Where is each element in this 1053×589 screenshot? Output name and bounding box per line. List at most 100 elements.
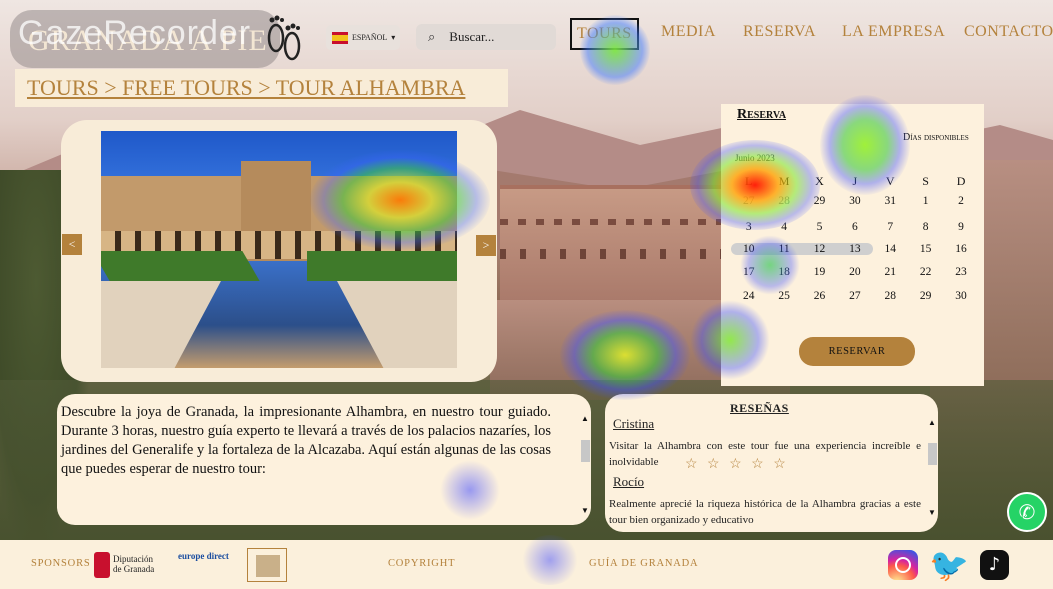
description-scrollbar[interactable]: ▲ ▼ [581, 414, 590, 515]
language-selector[interactable]: ESPAÑOL ▾ [326, 25, 400, 50]
calendar-day[interactable]: 29 [908, 290, 943, 302]
scroll-down-icon[interactable]: ▼ [928, 508, 936, 517]
europe-direct-logo[interactable]: europe direct [178, 548, 234, 582]
calendar-day[interactable]: 27 [837, 290, 872, 302]
calendar-day[interactable]: 28 [766, 195, 801, 207]
tiktok-icon[interactable]: ♪ [980, 550, 1009, 580]
footprints-icon [267, 15, 301, 61]
calendar-day-selected[interactable]: 13 [837, 243, 873, 255]
search-input[interactable]: ⌕ Buscar... [416, 24, 556, 50]
gazerecorder-watermark: GazeRecorder [18, 14, 252, 52]
calendar-day[interactable]: 21 [873, 266, 908, 278]
copyright-link[interactable]: COPYRIGHT [388, 558, 455, 569]
instagram-icon[interactable] [888, 550, 918, 580]
background-palace [500, 185, 730, 305]
review-author: Rocío [613, 474, 645, 489]
calendar-day[interactable]: 1 [908, 195, 943, 207]
alhambra-photo [101, 131, 457, 368]
nav-reserva[interactable]: RESERVA [743, 18, 816, 46]
calendar-day[interactable]: 5 [802, 221, 837, 233]
carousel-prev-button[interactable]: < [62, 234, 82, 255]
calendar-day[interactable]: 28 [873, 290, 908, 302]
chevron-down-icon: ▾ [391, 33, 396, 42]
carousel-next-button[interactable]: > [476, 235, 496, 256]
diputacion-granada-logo[interactable]: Diputación de Granada [94, 548, 156, 582]
calendar-day[interactable]: 7 [873, 221, 908, 233]
nav-tours[interactable]: TOURS [570, 18, 639, 50]
calendar-day[interactable]: 19 [802, 266, 837, 278]
calendar-day[interactable]: 14 [873, 243, 908, 255]
scroll-up-icon[interactable]: ▲ [928, 418, 936, 427]
calendar-day[interactable]: 30 [943, 290, 978, 302]
scroll-thumb[interactable] [581, 440, 590, 462]
reservation-title: Reserva [737, 107, 787, 122]
weekday-label: D [956, 174, 966, 188]
available-days-label: Días disponibles [903, 132, 969, 143]
calendar-week: 10 11 12 13 14 15 16 [731, 243, 979, 255]
review-text: Realmente aprecié la riqueza histórica d… [609, 498, 921, 526]
calendar-day[interactable]: 3 [731, 221, 766, 233]
calendar-week: 24 25 26 27 28 29 30 [731, 290, 979, 302]
language-label: ESPAÑOL [352, 33, 388, 42]
rating-stars[interactable]: ☆ ☆ ☆ ☆ ☆ [685, 456, 789, 473]
calendar-day[interactable]: 18 [766, 266, 801, 278]
calendar-day[interactable]: 23 [943, 266, 978, 278]
sponsor-name: Diputación de Granada [113, 554, 155, 574]
review-author: Cristina [613, 416, 655, 431]
calendar-day[interactable]: 6 [837, 221, 872, 233]
reviews-panel: RESEÑAS Cristina Visitar la Alhambra con… [605, 394, 938, 532]
calendar-day[interactable]: 26 [802, 290, 837, 302]
weekday-label: S [922, 174, 929, 188]
breadcrumb[interactable]: TOURS > FREE TOURS > TOUR ALHAMBRA [15, 69, 508, 107]
search-placeholder: Buscar... [449, 29, 495, 44]
calendar-day[interactable]: 24 [731, 290, 766, 302]
calendar-day[interactable]: 29 [802, 195, 837, 207]
calendar-day-selected[interactable]: 11 [766, 243, 802, 255]
weekday-label: M [778, 174, 790, 188]
calendar-day[interactable]: 25 [766, 290, 801, 302]
weekday-label: J [852, 174, 858, 188]
calendar-weekdays: L M X J V S D [731, 174, 979, 189]
calendar-day[interactable]: 17 [731, 266, 766, 278]
reservar-button[interactable]: RESERVAR [799, 337, 915, 366]
guia-granada-link[interactable]: GUÍA DE GRANADA [589, 558, 698, 569]
calendar-day[interactable]: 27 [731, 195, 766, 207]
spain-flag-icon [332, 31, 348, 44]
calendar-day[interactable]: 2 [943, 195, 978, 207]
calendar-day[interactable]: 31 [873, 195, 908, 207]
calendar-day[interactable]: 9 [943, 221, 978, 233]
weekday-label: X [815, 174, 824, 188]
photo-carousel [61, 120, 497, 382]
calendar-week: 3 4 5 6 7 8 9 [731, 221, 979, 233]
calendar-day[interactable]: 4 [766, 221, 801, 233]
calendar-day[interactable]: 20 [837, 266, 872, 278]
breadcrumb-text[interactable]: TOURS > FREE TOURS > TOUR ALHAMBRA [27, 75, 465, 101]
calendar-day-selected[interactable]: 10 [731, 243, 767, 255]
calendar-day[interactable]: 30 [837, 195, 872, 207]
ayuntamiento-granada-logo[interactable] [247, 548, 287, 582]
weekday-label: L [745, 174, 753, 188]
calendar-day[interactable]: 16 [943, 243, 978, 255]
twitter-icon[interactable]: 🐦 [929, 549, 969, 581]
nav-contacto[interactable]: CONTACTO [964, 18, 1053, 46]
description-text: Descubre la joya de Granada, la impresio… [61, 404, 551, 477]
scroll-thumb[interactable] [928, 443, 937, 465]
sponsors-label: SPONSORS [31, 558, 91, 569]
tour-description: Descubre la joya de Granada, la impresio… [57, 394, 591, 525]
nav-media[interactable]: MEDIA [661, 18, 716, 46]
footer: SPONSORS Diputación de Granada europe di… [0, 540, 1053, 589]
calendar-day[interactable]: 22 [908, 266, 943, 278]
reviews-title: RESEÑAS [730, 401, 789, 415]
whatsapp-icon[interactable]: ✆ [1007, 492, 1047, 532]
sponsor-name: europe direct [178, 551, 229, 561]
reviews-scrollbar[interactable]: ▲ ▼ [928, 418, 937, 518]
scroll-up-icon[interactable]: ▲ [581, 414, 589, 423]
calendar-week: 17 18 19 20 21 22 23 [731, 266, 979, 278]
nav-la-empresa[interactable]: LA EMPRESA [842, 18, 945, 46]
reservation-panel: Reserva Días disponibles Junio 2023 L M … [721, 104, 984, 386]
calendar-day-selected[interactable]: 12 [801, 243, 838, 255]
scroll-down-icon[interactable]: ▼ [581, 506, 589, 515]
calendar-day[interactable]: 8 [908, 221, 943, 233]
calendar-day[interactable]: 15 [908, 243, 943, 255]
search-icon: ⌕ [428, 29, 436, 44]
